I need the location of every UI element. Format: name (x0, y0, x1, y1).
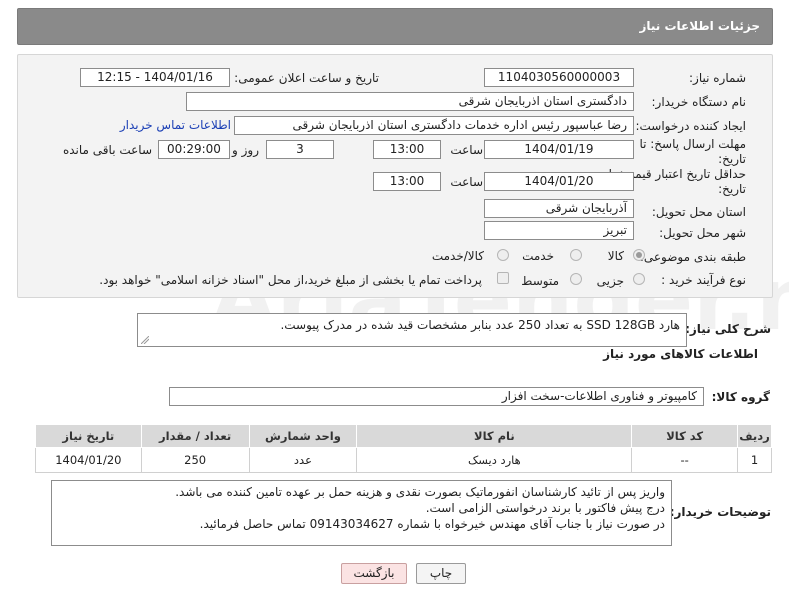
goods-group-label: گروه کالا: (711, 390, 770, 404)
cell-need-date: 1404/01/20 (35, 447, 142, 473)
process-option-medium: متوسط (521, 274, 559, 288)
category-label: طبقه بندی موضوعی: (639, 250, 746, 264)
need-number-label: شماره نیاز: (689, 71, 746, 85)
process-label: نوع فرآیند خرید : (661, 273, 746, 287)
goods-group-field[interactable]: کامپیوتر و فناوری اطلاعات-سخت افزار (169, 387, 704, 406)
category-radio-goods[interactable] (633, 249, 645, 261)
deadline-time-label: ساعت (450, 143, 483, 157)
description-label: شرح کلی نیاز: (685, 322, 771, 336)
process-radio-medium[interactable] (570, 273, 582, 285)
validity-time-label: ساعت (450, 175, 483, 189)
creator-field[interactable]: رضا عباسپور رئیس اداره خدمات دادگستری اس… (234, 116, 634, 135)
deadline-label: مهلت ارسال پاسخ: تا (639, 137, 746, 151)
column-header-row-number: ردیف (736, 424, 773, 448)
back-button[interactable]: بازگشت (341, 563, 407, 584)
deadline-label-date: تاریخ: (718, 152, 746, 166)
need-number-field[interactable]: 1104030560000003 (484, 68, 634, 87)
treasury-payment-note: پرداخت تمام یا بخشی از مبلغ خرید،از محل … (99, 273, 482, 287)
days-label: روز و (232, 143, 259, 157)
column-header-need-date: تاریخ نیاز (35, 424, 142, 448)
province-label: استان محل تحویل: (651, 205, 746, 219)
process-radio-minor[interactable] (633, 273, 645, 285)
cell-name: هارد دیسک (356, 447, 633, 473)
goods-section-title: اطلاعات کالاهای مورد نیاز (603, 347, 758, 361)
process-option-minor: جزیی (596, 274, 624, 288)
table-row[interactable]: 1 -- هارد دیسک عدد 250 1404/01/20 (35, 447, 773, 473)
goods-table: ردیف کد کالا نام کالا واحد شمارش تعداد /… (35, 424, 773, 473)
days-field[interactable]: 3 (266, 140, 334, 159)
category-option-goods-service: کالا/خدمت (431, 249, 484, 263)
page-title: جزئیات اطلاعات نیاز (639, 19, 760, 33)
buyer-notes-line-3: در صورت نیاز با جناب آقای مهندس خیرخواه … (199, 517, 665, 531)
validity-date-field[interactable]: 1404/01/20 (484, 172, 634, 191)
buyer-notes-line-2: درج پیش فاکتور با برند درخواستی الزامی ا… (425, 501, 665, 515)
buyer-notes-label: توضیحات خریدار: (669, 505, 771, 519)
announce-date-label: تاریخ و ساعت اعلان عمومی: (234, 71, 379, 85)
column-header-code: کد کالا (631, 424, 738, 448)
resize-handle-icon[interactable] (141, 336, 149, 344)
category-option-service: خدمت (522, 249, 554, 263)
treasury-payment-checkbox[interactable] (497, 272, 509, 284)
deadline-date-field[interactable]: 1404/01/19 (484, 140, 634, 159)
buyer-contact-link[interactable]: اطلاعات تماس خریدار (120, 118, 231, 132)
province-field[interactable]: آذربایجان شرقی (484, 199, 634, 218)
creator-label: ایجاد کننده درخواست: (635, 119, 746, 133)
cell-quantity: 250 (140, 447, 250, 473)
column-header-quantity: تعداد / مقدار (140, 424, 250, 448)
city-label: شهر محل تحویل: (659, 226, 746, 240)
announce-date-field[interactable]: 1404/01/16 - 12:15 (80, 68, 230, 87)
buyer-notes-line-1: واریز پس از تائید کارشناسان انفورماتیک ب… (175, 485, 665, 499)
column-header-unit: واحد شمارش (248, 424, 358, 448)
remaining-time-label: ساعت باقی مانده (62, 143, 152, 157)
cell-code: -- (631, 447, 738, 473)
buyer-notes-textarea[interactable]: واریز پس از تائید کارشناسان انفورماتیک ب… (51, 480, 672, 546)
deadline-time-field[interactable]: 13:00 (373, 140, 441, 159)
category-radio-service[interactable] (570, 249, 582, 261)
cell-row-number: 1 (736, 447, 773, 473)
page-header: جزئیات اطلاعات نیاز (17, 8, 773, 45)
city-field[interactable]: تبریز (484, 221, 634, 240)
description-text: هارد SSD 128GB به تعداد 250 عدد بنابر مش… (280, 318, 680, 332)
table-header-row: ردیف کد کالا نام کالا واحد شمارش تعداد /… (35, 424, 773, 448)
buyer-org-field[interactable]: دادگستری استان اذربایجان شرقی (186, 92, 634, 111)
category-radio-goods-service[interactable] (497, 249, 509, 261)
validity-time-field[interactable]: 13:00 (373, 172, 441, 191)
description-textarea[interactable]: هارد SSD 128GB به تعداد 250 عدد بنابر مش… (137, 313, 687, 347)
buyer-org-label: نام دستگاه خریدار: (651, 95, 747, 109)
category-option-goods: کالا (607, 249, 624, 263)
remaining-time-field[interactable]: 00:29:00 (158, 140, 230, 159)
cell-unit: عدد (248, 447, 358, 473)
column-header-name: نام کالا (356, 424, 633, 448)
validity-label-date: تاریخ: (718, 182, 746, 196)
print-button[interactable]: چاپ (416, 563, 466, 584)
